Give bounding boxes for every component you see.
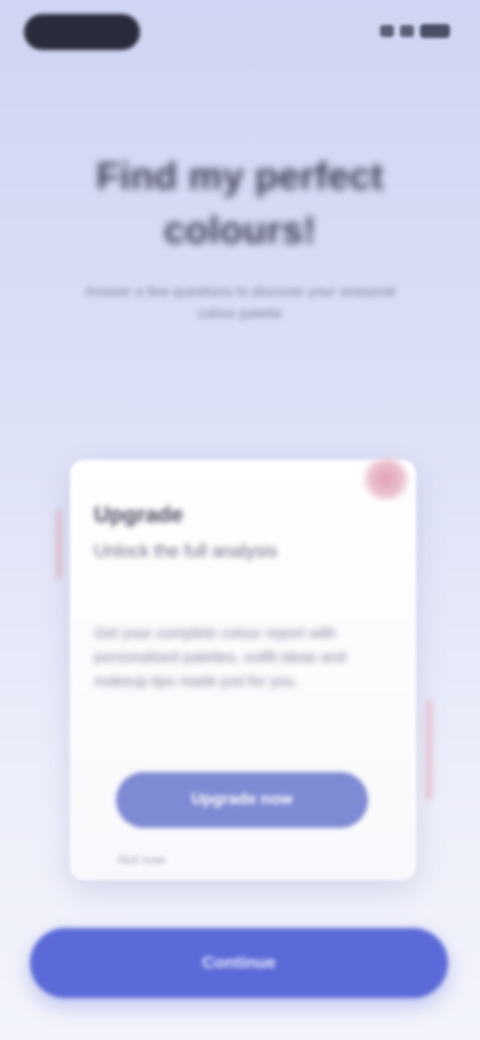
card-body-text: Get your complete colour report with per…: [94, 625, 346, 690]
status-icons: [380, 24, 450, 38]
not-now-link[interactable]: Not now: [118, 852, 238, 867]
card-decoration-right: [426, 700, 432, 800]
page-title: Find my perfect colours!: [96, 156, 384, 252]
continue-button[interactable]: Continue: [30, 928, 448, 998]
close-icon[interactable]: [362, 458, 410, 500]
card-subheading: Unlock the full analysis: [94, 541, 278, 561]
card-heading: Upgrade: [94, 502, 184, 527]
dynamic-island: [24, 14, 140, 50]
upgrade-button[interactable]: Upgrade now: [116, 772, 368, 828]
page-subtitle: Answer a few questions to discover your …: [84, 283, 396, 321]
wifi-icon: [400, 25, 414, 37]
battery-icon: [420, 24, 450, 38]
card-decoration-left: [56, 510, 62, 580]
status-bar: [0, 0, 480, 64]
signal-icon: [380, 25, 394, 37]
